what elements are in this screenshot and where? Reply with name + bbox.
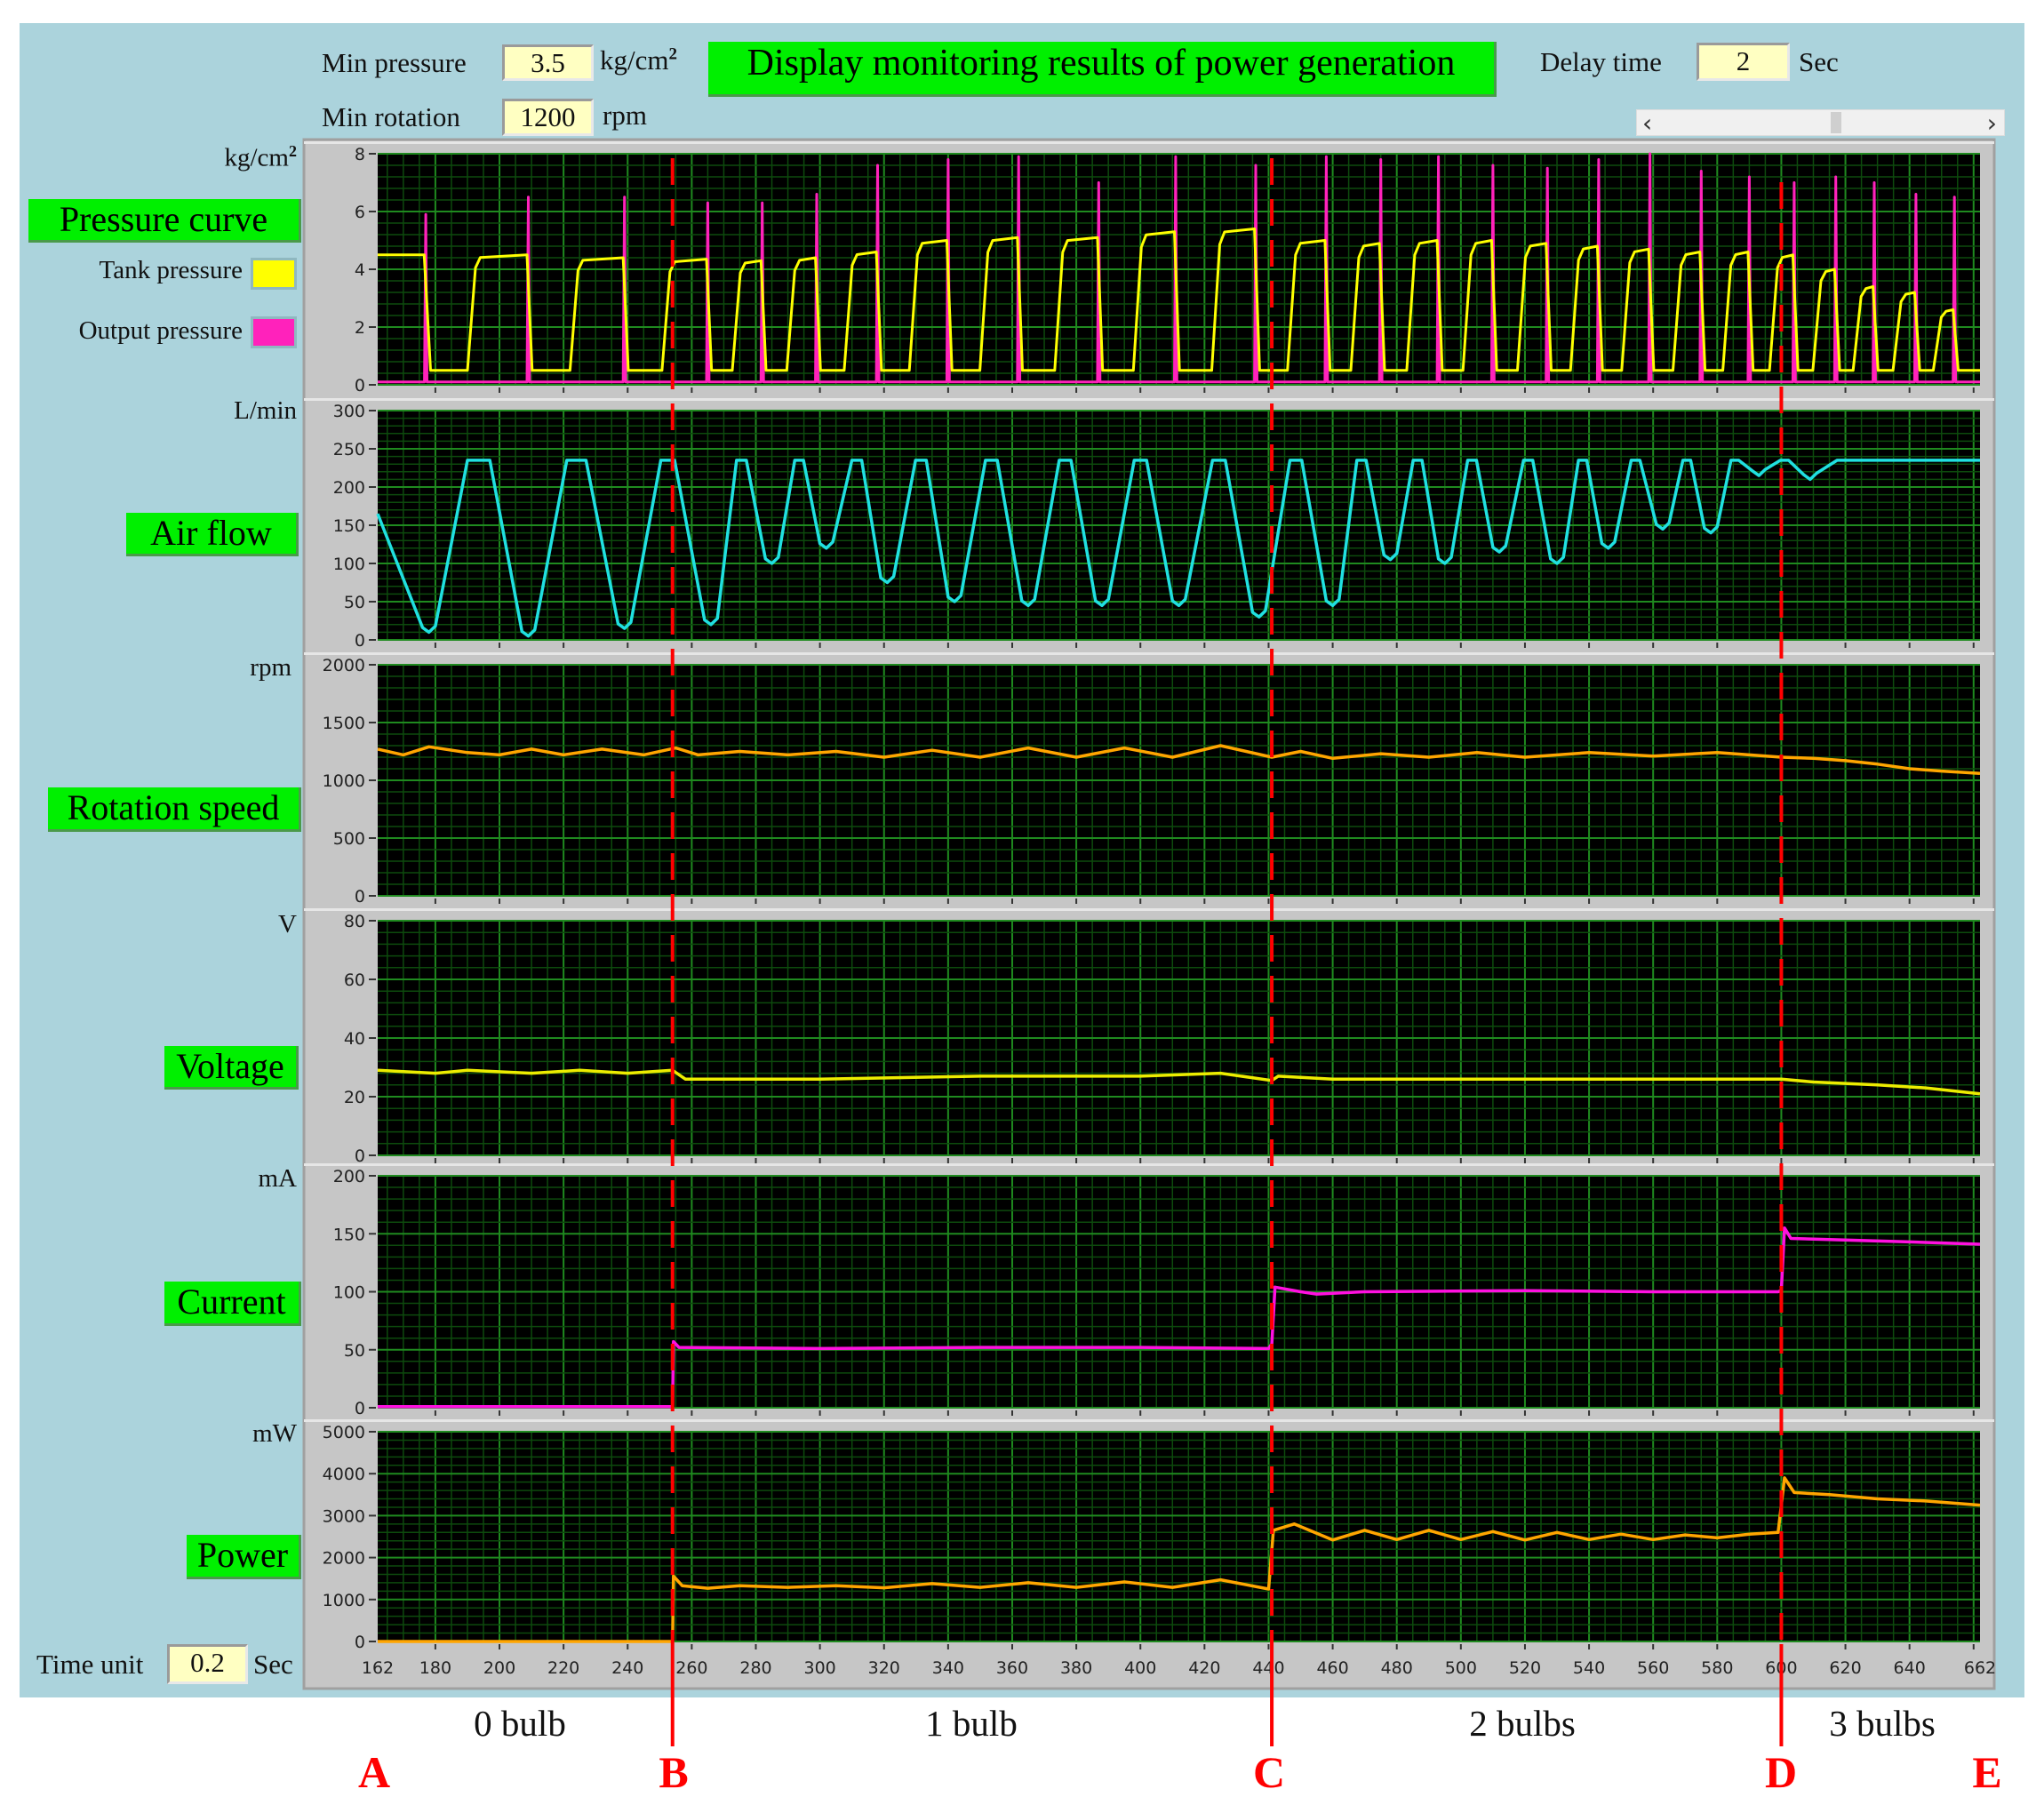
y-tick-label: 1500 bbox=[323, 714, 365, 733]
y-tick-label: 200 bbox=[333, 478, 365, 498]
y-tick-label: 60 bbox=[344, 970, 365, 990]
panel-separator bbox=[304, 398, 1994, 401]
y-tick-label: 500 bbox=[333, 829, 365, 849]
stage-label-0-bulb: 0 bulb bbox=[474, 1703, 566, 1744]
x-tick-label: 260 bbox=[675, 1658, 707, 1678]
marker-letter-a: A bbox=[357, 1747, 391, 1797]
y-tick-label: 0 bbox=[355, 631, 365, 651]
x-tick-label: 400 bbox=[1124, 1658, 1156, 1678]
x-tick-label: 480 bbox=[1381, 1658, 1413, 1678]
y-tick-label: 40 bbox=[344, 1029, 365, 1049]
panel-separator bbox=[304, 1163, 1994, 1166]
x-tick-label: 320 bbox=[868, 1658, 900, 1678]
y-tick-label: 0 bbox=[355, 1633, 365, 1652]
chart-panel-2: 0 500 1000 1500 2000 bbox=[304, 652, 1994, 906]
y-tick-label: 50 bbox=[344, 1341, 365, 1361]
stage-label-2-bulbs: 2 bulbs bbox=[1469, 1703, 1576, 1744]
x-tick-label: 300 bbox=[803, 1658, 835, 1678]
y-tick-label: 80 bbox=[344, 912, 365, 931]
x-tick-label: 580 bbox=[1701, 1658, 1733, 1678]
y-tick-label: 150 bbox=[333, 516, 365, 536]
y-tick-label: 0 bbox=[355, 376, 365, 395]
x-tick-label: 180 bbox=[419, 1658, 451, 1678]
x-tick-label: 380 bbox=[1060, 1658, 1092, 1678]
stage-label-1-bulb: 1 bulb bbox=[925, 1703, 1018, 1744]
y-tick-label: 100 bbox=[333, 1283, 365, 1303]
y-tick-label: 0 bbox=[355, 1146, 365, 1166]
x-tick-label: 360 bbox=[996, 1658, 1028, 1678]
x-tick-label: 340 bbox=[932, 1658, 964, 1678]
x-tick-label: 620 bbox=[1829, 1658, 1861, 1678]
y-tick-label: 4 bbox=[355, 260, 365, 280]
x-tick-label: 500 bbox=[1445, 1658, 1477, 1678]
x-tick-label: 440 bbox=[1252, 1658, 1284, 1678]
x-tick-label: 540 bbox=[1573, 1658, 1605, 1678]
monitoring-charts: 0246805010015020025030005001000150020000… bbox=[302, 138, 1996, 1746]
x-tick-label: 240 bbox=[611, 1658, 643, 1678]
marker-letter-d: D bbox=[1764, 1747, 1798, 1797]
y-tick-label: 5000 bbox=[323, 1423, 365, 1442]
y-tick-label: 100 bbox=[333, 555, 365, 574]
y-tick-label: 3000 bbox=[323, 1506, 365, 1526]
marker-letter-c: C bbox=[1252, 1747, 1286, 1797]
x-tick-label: 662 bbox=[1964, 1658, 1996, 1678]
chart-panel-0: 0 2 4 6 8 bbox=[304, 141, 1994, 395]
x-tick-label: 640 bbox=[1894, 1658, 1926, 1678]
x-tick-label: 162 bbox=[362, 1658, 394, 1678]
y-tick-label: 150 bbox=[333, 1225, 365, 1244]
x-tick-label: 560 bbox=[1637, 1658, 1669, 1678]
chart-panel-3: 0 20 40 60 80 bbox=[304, 908, 1994, 1166]
y-tick-label: 250 bbox=[333, 440, 365, 459]
x-tick-label: 200 bbox=[483, 1658, 515, 1678]
y-tick-label: 4000 bbox=[323, 1465, 365, 1484]
panel-separator bbox=[304, 652, 1994, 655]
y-tick-label: 1000 bbox=[323, 1591, 365, 1610]
panel-separator bbox=[304, 908, 1994, 911]
marker-letter-b: B bbox=[659, 1747, 689, 1797]
y-tick-label: 1000 bbox=[323, 771, 365, 791]
y-tick-label: 2 bbox=[355, 318, 365, 338]
panel-separator bbox=[304, 1419, 1994, 1422]
y-tick-label: 8 bbox=[355, 145, 365, 164]
marker-letter-e: E bbox=[1972, 1747, 2002, 1797]
chart-panel-1: 0 50 100 150 200 250 300 bbox=[304, 398, 1994, 651]
stage-label-3-bulbs: 3 bulbs bbox=[1829, 1703, 1936, 1744]
y-tick-label: 200 bbox=[333, 1167, 365, 1186]
y-tick-label: 20 bbox=[344, 1088, 365, 1107]
y-tick-label: 2000 bbox=[323, 1549, 365, 1569]
y-tick-label: 0 bbox=[355, 887, 365, 906]
x-tick-label: 220 bbox=[547, 1658, 579, 1678]
x-tick-label: 520 bbox=[1509, 1658, 1541, 1678]
y-tick-label: 6 bbox=[355, 203, 365, 222]
y-tick-label: 0 bbox=[355, 1399, 365, 1418]
y-tick-label: 50 bbox=[344, 593, 365, 612]
x-tick-label: 460 bbox=[1316, 1658, 1348, 1678]
x-tick-label: 420 bbox=[1188, 1658, 1220, 1678]
panel-separator bbox=[304, 141, 1994, 144]
y-tick-label: 300 bbox=[333, 402, 365, 421]
y-tick-label: 2000 bbox=[323, 656, 365, 675]
x-tick-label: 280 bbox=[739, 1658, 771, 1678]
